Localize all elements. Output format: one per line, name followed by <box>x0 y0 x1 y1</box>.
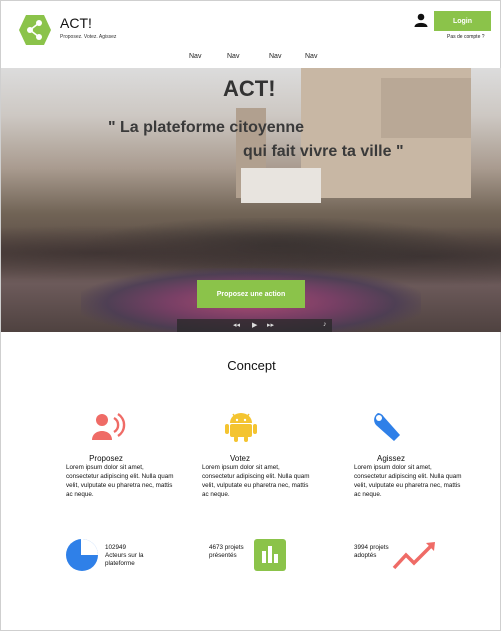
stat-acteurs: 102949 Acteurs sur la plateforme <box>105 544 144 568</box>
feature-title-votez: Votez <box>229 454 250 463</box>
forward-icon[interactable]: ▸▸ <box>267 321 274 329</box>
feature-title-agissez: Agissez <box>376 454 405 463</box>
nav-item-1[interactable]: Nav <box>189 53 201 60</box>
android-icon <box>224 411 258 442</box>
feature-title-proposez: Proposez <box>89 454 123 463</box>
stat-acteurs-label2: plateforme <box>105 560 135 567</box>
stat-adoptes: 3994 projets adoptés <box>354 544 389 560</box>
stat-acteurs-count: 102949 <box>105 544 127 551</box>
main-nav: Nav Nav Nav Nav <box>1 53 500 63</box>
feature-text-votez: Lorem ipsum dolor sit amet, consectetur … <box>202 464 310 498</box>
user-icon[interactable] <box>414 13 428 27</box>
hero-building-windows <box>381 78 471 138</box>
play-icon[interactable]: ▶ <box>252 321 257 329</box>
rewind-icon[interactable]: ◂◂ <box>233 321 240 329</box>
propose-action-button[interactable]: Proposez une action <box>197 280 305 308</box>
share-icon <box>19 15 51 45</box>
stat-presentes-label: présentés <box>209 552 237 559</box>
brand-title: ACT! <box>60 15 92 31</box>
stat-presentes: 4673 projets présentés <box>209 544 244 560</box>
stat-adoptes-count: 3994 projets <box>354 544 389 551</box>
wrench-icon <box>372 411 406 441</box>
concept-title: Concept <box>227 358 276 373</box>
pie-chart-icon <box>65 538 99 577</box>
nav-item-2[interactable]: Nav <box>227 53 239 60</box>
hero-title: ACT! <box>223 76 276 101</box>
stat-acteurs-label1: Acteurs sur la <box>105 552 144 559</box>
login-button[interactable]: Login <box>434 11 491 31</box>
hero-banner: ACT! " La plateforme citoyenne qui fait … <box>1 68 501 332</box>
nav-item-3[interactable]: Nav <box>269 53 281 60</box>
no-account-link[interactable]: Pas de compte ? <box>447 34 485 40</box>
feature-text-proposez: Lorem ipsum dolor sit amet, consectetur … <box>66 464 174 498</box>
bar-chart-icon <box>254 539 286 576</box>
hero-tent <box>241 168 321 203</box>
trending-line-icon <box>392 541 436 576</box>
volume-icon[interactable]: ♪ <box>323 321 327 328</box>
feature-text-agissez: Lorem ipsum dolor sit amet, consectetur … <box>354 464 462 498</box>
stat-presentes-count: 4673 projets <box>209 544 244 551</box>
media-controls: ◂◂ ▶ ▸▸ ♪ <box>177 319 332 332</box>
brand-tagline: Proposez. Votez. Agissez <box>60 34 117 40</box>
megaphone-person-icon <box>92 412 126 442</box>
hero-quote-line1: " La plateforme citoyenne <box>108 119 305 136</box>
logo-badge[interactable] <box>18 14 52 46</box>
stat-adoptes-label: adoptés <box>354 552 377 559</box>
hero-quote-line2: qui fait vivre ta ville " <box>243 143 404 160</box>
nav-item-4[interactable]: Nav <box>305 53 317 60</box>
